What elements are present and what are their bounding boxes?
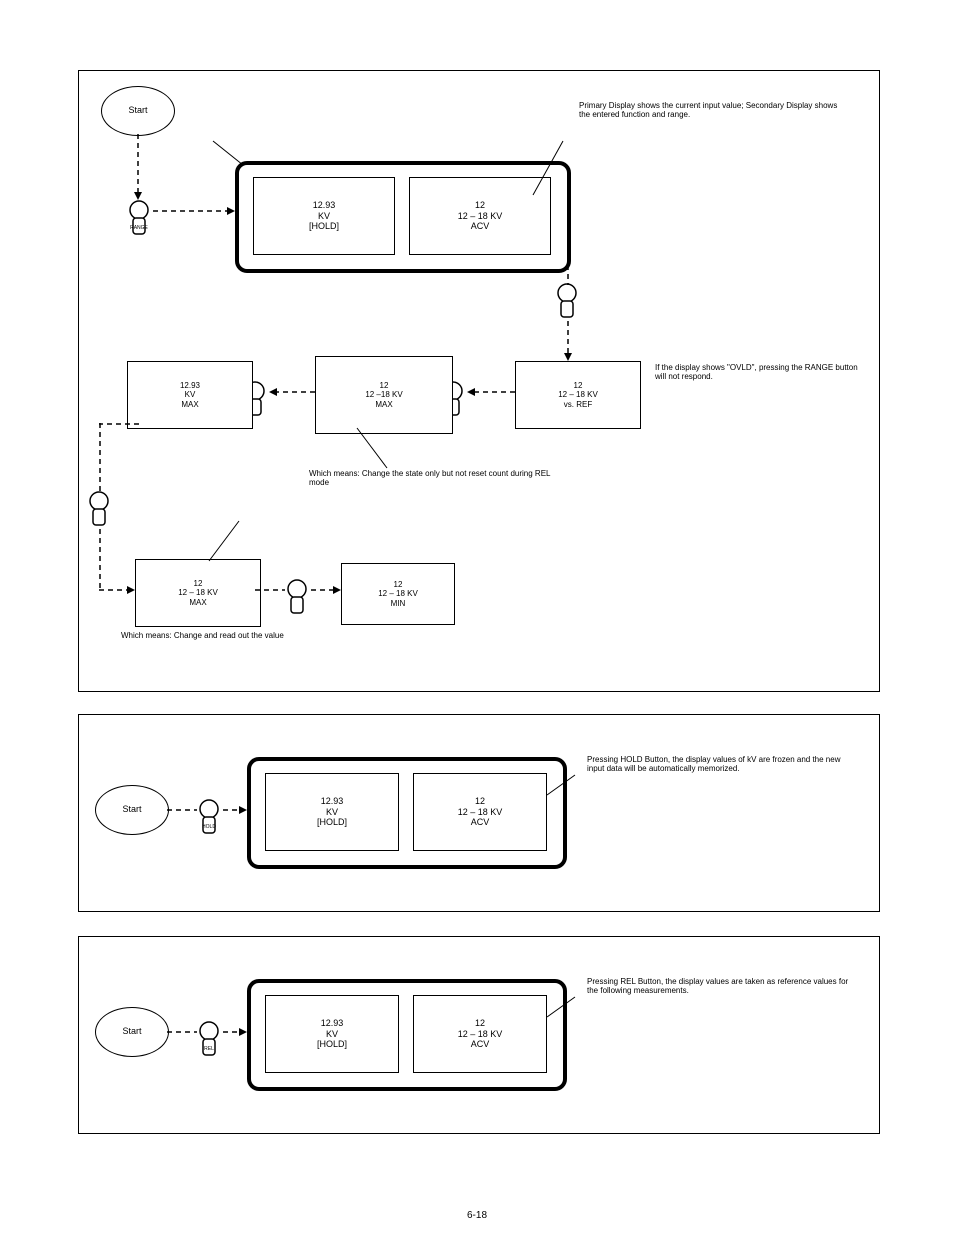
start-node-1: Start (101, 86, 175, 136)
svg-text:REL: REL (204, 1046, 214, 1052)
range-icon-6 (283, 579, 311, 619)
panel3-annot: Pressing REL Button, the display values … (587, 977, 857, 995)
twin-display-3: 12.93 KV [HOLD] 12 12 – 18 KV ACV (247, 979, 567, 1091)
p1b-l3: ACV (458, 221, 503, 231)
svg-text:HOLD: HOLD (202, 824, 216, 830)
page: Start RANGE 12.93 KV [HOLD] 12 (0, 0, 954, 1235)
box-b6: 12 12 – 18 KV MIN (341, 563, 455, 625)
start-label: Start (128, 106, 147, 116)
p1a-l3: [HOLD] (309, 221, 339, 231)
range-icon-5 (85, 491, 113, 531)
b5-annotation: Which means: Change and read out the val… (121, 631, 341, 640)
twin-display-1: 12.93 KV [HOLD] 12 12 – 18 KV ACV (235, 161, 571, 273)
twin-display-2a: 12.93 KV [HOLD] (265, 773, 399, 851)
range-note: If the display shows "OVLD", pressing th… (655, 363, 865, 381)
p1b-l2: 12 – 18 KV (458, 211, 503, 221)
range-icon-1: RANGE (125, 200, 153, 240)
range-icon-2 (553, 283, 581, 323)
p1a-l2: KV (309, 211, 339, 221)
panel-1: Start RANGE 12.93 KV [HOLD] 12 (78, 70, 880, 692)
twin-display-2b: 12 12 – 18 KV ACV (413, 773, 547, 851)
twin-annotation: Primary Display shows the current input … (579, 101, 849, 119)
start-node-2: Start (95, 785, 169, 835)
panel-3: Start REL 12.93 KV [HOLD] 12 12 – 18 KV … (78, 936, 880, 1134)
twin-display-3a: 12.93 KV [HOLD] (265, 995, 399, 1073)
twin-display-1a: 12.93 KV [HOLD] (253, 177, 395, 255)
twin-display-1b: 12 12 – 18 KV ACV (409, 177, 551, 255)
b3-annotation: Which means: Change the state only but n… (309, 469, 569, 487)
box-b3: 12 12 –18 KV MAX (315, 356, 453, 434)
twin-display-3b: 12 12 – 18 KV ACV (413, 995, 547, 1073)
range-icon-label: RANGE (130, 225, 148, 231)
box-b4: 12.93 KV MAX (127, 361, 253, 429)
panel-2: Start HOLD 12.93 KV [HOLD] 12 12 – 18 KV… (78, 714, 880, 912)
hold-icon: HOLD (195, 799, 223, 839)
box-b5: 12 12 – 18 KV MAX (135, 559, 261, 627)
panel2-annot: Pressing HOLD Button, the display values… (587, 755, 857, 773)
start-node-3: Start (95, 1007, 169, 1057)
page-number: 6-18 (0, 1210, 954, 1221)
twin-display-2: 12.93 KV [HOLD] 12 12 – 18 KV ACV (247, 757, 567, 869)
rel-icon: REL (195, 1021, 223, 1061)
box-b2: 12 12 – 18 KV vs. REF (515, 361, 641, 429)
p1a-l1: 12.93 (309, 200, 339, 210)
p1b-l1: 12 (458, 200, 503, 210)
